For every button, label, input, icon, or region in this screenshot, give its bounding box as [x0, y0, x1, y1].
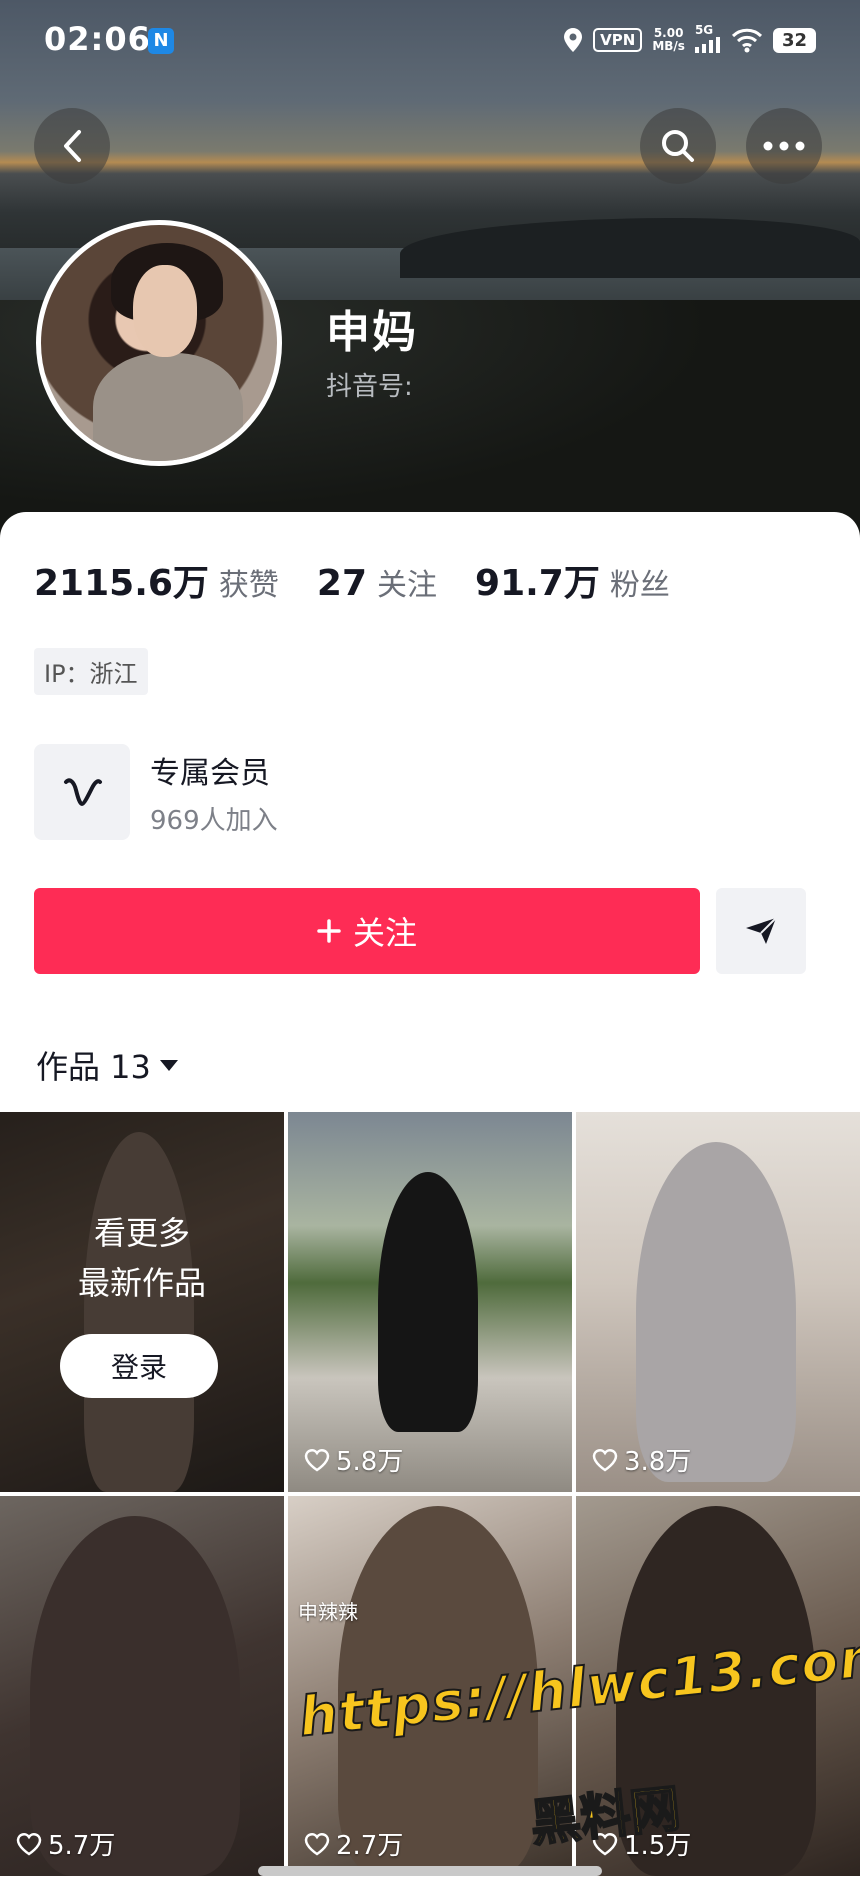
- vpn-badge: VPN: [593, 28, 643, 52]
- membership-icon[interactable]: [34, 744, 130, 840]
- status-indicators: VPN 5.00 MB/s 5G 32: [563, 24, 816, 56]
- search-icon: [662, 130, 694, 162]
- followers-count[interactable]: 91.7万: [475, 554, 600, 606]
- follow-button-label: 关注: [352, 914, 417, 952]
- tile-figure: [636, 1142, 796, 1482]
- login-button[interactable]: 登录: [60, 1334, 218, 1398]
- tile-figure: [30, 1516, 240, 1876]
- home-indicator[interactable]: [258, 1866, 602, 1876]
- signal-icon: [694, 37, 720, 53]
- status-bar: 02:06 N VPN 5.00 MB/s 5G 32: [0, 0, 860, 82]
- likes-label: 获赞: [218, 568, 279, 603]
- network-speed-value: 5.00: [653, 26, 684, 40]
- n-app-icon: N: [148, 28, 174, 54]
- video-tile[interactable]: 5.8万: [288, 1112, 572, 1492]
- heart-icon: [16, 1832, 42, 1855]
- video-tile[interactable]: 3.8万: [576, 1112, 860, 1492]
- tile-likes: 3.8万: [592, 1441, 691, 1478]
- following-label[interactable]: 关注: [377, 560, 437, 604]
- tile-likes-count: 5.7万: [48, 1831, 116, 1861]
- back-button[interactable]: [34, 108, 110, 184]
- tile-figure: [378, 1172, 478, 1432]
- network-speed: 5.00 MB/s: [652, 27, 685, 53]
- tile-caption: 申辣辣: [298, 1600, 358, 1624]
- more-options-button[interactable]: [746, 108, 822, 184]
- video-tile[interactable]: 5.7万: [0, 1496, 284, 1876]
- tab-works-label: 作品 13: [36, 1048, 151, 1086]
- membership-subtitle: 969人加入: [150, 806, 278, 836]
- avatar-figure-top: [93, 353, 243, 461]
- heart-icon: [304, 1448, 330, 1471]
- locked-works-tile[interactable]: 看更多 最新作品 登录: [0, 1112, 284, 1492]
- tile-likes: 5.8万: [304, 1441, 403, 1478]
- battery-indicator: 32: [772, 27, 816, 53]
- profile-stats: 2115.6万 获赞 27 关注 91.7万 粉丝: [34, 554, 708, 606]
- location-icon: [564, 28, 583, 52]
- tile-likes: 2.7万: [304, 1825, 403, 1862]
- membership-title[interactable]: 专属会员: [150, 748, 270, 792]
- heart-icon: [592, 1448, 618, 1471]
- heart-icon: [304, 1832, 330, 1855]
- network-type-label: 5G: [694, 23, 714, 37]
- avatar-figure-face: [133, 265, 197, 357]
- avatar[interactable]: [36, 220, 282, 466]
- plus-icon: [317, 919, 341, 943]
- following-count[interactable]: 27: [317, 563, 367, 604]
- caret-down-icon: [159, 1060, 178, 1071]
- search-button[interactable]: [640, 108, 716, 184]
- wifi-icon: [731, 28, 762, 53]
- share-button[interactable]: [716, 888, 806, 974]
- works-grid: 看更多 最新作品 登录 5.8万 3.8万 5.7万 申辣辣 2.7万 1.5万: [0, 1112, 860, 1892]
- v-logo-icon: [64, 778, 102, 807]
- latest-works-text: 最新作品: [77, 1264, 206, 1302]
- tile-likes-count: 5.8万: [336, 1447, 404, 1477]
- chevron-left-icon: [64, 130, 81, 162]
- tile-likes-count: 2.7万: [336, 1831, 404, 1861]
- see-more-text: 看更多: [93, 1214, 190, 1252]
- more-dots-icon: [763, 141, 805, 151]
- douyin-id-label: 抖音号:: [326, 372, 413, 402]
- followers-label[interactable]: 粉丝: [610, 560, 670, 604]
- likes-count: 2115.6万: [34, 563, 209, 604]
- network-speed-unit: MB/s: [652, 39, 685, 53]
- tab-works[interactable]: 作品 13: [36, 1042, 179, 1088]
- ip-location-tag: IP：浙江: [34, 648, 148, 695]
- profile-name: 申妈: [326, 307, 418, 358]
- tile-likes: 5.7万: [16, 1825, 115, 1862]
- send-icon: [746, 917, 777, 944]
- banner-hills: [400, 218, 860, 278]
- tile-likes-count: 3.8万: [624, 1447, 692, 1477]
- network-type: 5G: [694, 23, 721, 56]
- status-time: 02:06: [44, 20, 151, 58]
- follow-button[interactable]: 关注: [34, 888, 700, 974]
